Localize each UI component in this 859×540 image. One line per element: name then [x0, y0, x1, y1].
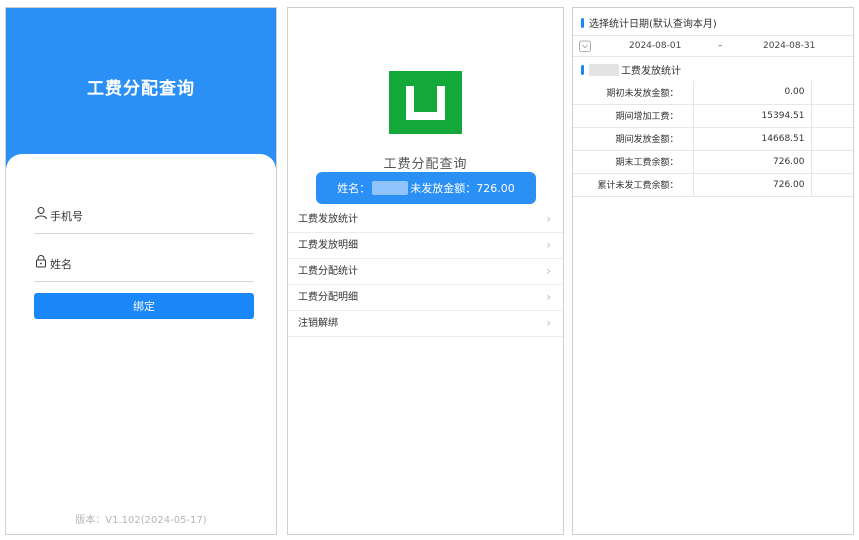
date-section-title: 选择统计日期(默认查询本月): [589, 19, 717, 30]
home-panel: 工费分配查询 姓名： 未发放金额：726.00 工费发放统计 › 工费发放明细 …: [287, 7, 564, 535]
redacted-name: [372, 181, 409, 195]
lock-icon: [36, 255, 46, 268]
menu-item-label: 工费发放统计: [298, 214, 358, 225]
menu-item-allocation-stats[interactable]: 工费分配统计 ›: [288, 259, 563, 285]
row-label: 期间增加工费：: [573, 104, 694, 128]
name-field[interactable]: 姓名: [34, 246, 254, 282]
app-logo-icon: [406, 86, 445, 120]
date-section-header: 选择统计日期(默认查询本月): [581, 15, 717, 30]
chevron-right-icon: ›: [546, 290, 551, 304]
row-value: 0.00: [693, 81, 812, 105]
start-date[interactable]: 2024-08-01: [629, 41, 681, 51]
menu-item-label: 工费分配明细: [298, 292, 358, 303]
menu-item-label: 工费分配统计: [298, 266, 358, 277]
row-label: 期末工费余额：: [573, 150, 694, 174]
date-separator: –: [718, 41, 723, 51]
row-label: 累计未发工费余额：: [573, 173, 694, 197]
unpaid-amount: 未发放金额：726.00: [410, 182, 515, 195]
chevron-right-icon: ›: [546, 212, 551, 226]
menu-item-allocation-detail[interactable]: 工费分配明细 ›: [288, 285, 563, 311]
row-label: 期初未发放金额：: [573, 81, 694, 105]
table-row: 期间发放金额： 14668.51: [573, 127, 853, 151]
stats-panel: 选择统计日期(默认查询本月) 2024-08-01 – 2024-08-31 工…: [572, 7, 854, 535]
row-value: 726.00: [693, 173, 812, 197]
table-row: 期间增加工费： 15394.51: [573, 104, 853, 128]
chevron-right-icon: ›: [546, 238, 551, 252]
row-value: 726.00: [693, 150, 812, 174]
stats-section-title: 工费发放统计: [621, 66, 681, 77]
menu-item-label: 注销解绑: [298, 318, 338, 329]
bind-button[interactable]: 绑定: [34, 293, 254, 319]
login-header: 工费分配查询: [6, 8, 276, 168]
phone-field[interactable]: 手机号: [34, 198, 254, 234]
name-prefix: 姓名：: [337, 182, 371, 195]
user-icon: [35, 207, 47, 220]
section-marker: [581, 17, 584, 28]
home-menu: 工费发放统计 › 工费发放明细 › 工费分配统计 › 工费分配明细 › 注销解绑…: [288, 207, 563, 337]
chevron-right-icon: ›: [546, 316, 551, 330]
name-label: 姓名: [50, 258, 72, 271]
calendar-icon: [579, 40, 591, 52]
table-row: 累计未发工费余额： 726.00: [573, 173, 853, 197]
login-title: 工费分配查询: [87, 79, 195, 99]
table-row: 期初未发放金额： 0.00: [573, 81, 853, 105]
table-row: 期末工费余额： 726.00: [573, 150, 853, 174]
version-text: 版本：V1.102(2024-05-17): [75, 515, 207, 526]
app-name: 工费分配查询: [383, 157, 468, 172]
row-value: 14668.51: [693, 127, 812, 151]
row-value: 15394.51: [693, 104, 812, 128]
stats-section-header: 工费发放统计: [581, 62, 681, 77]
chevron-right-icon: ›: [546, 264, 551, 278]
stats-table: 期初未发放金额： 0.00 期间增加工费： 15394.51 期间发放金额： 1…: [573, 81, 853, 197]
redacted-name: [589, 63, 619, 76]
menu-item-payout-detail[interactable]: 工费发放明细 ›: [288, 233, 563, 259]
menu-item-payout-stats[interactable]: 工费发放统计 ›: [288, 207, 563, 233]
menu-item-unbind[interactable]: 注销解绑 ›: [288, 311, 563, 337]
section-marker: [581, 64, 584, 75]
menu-item-label: 工费发放明细: [298, 240, 358, 251]
app-logo: [389, 71, 462, 134]
user-info-banner: 姓名： 未发放金额：726.00: [316, 172, 536, 204]
row-label: 期间发放金额：: [573, 127, 694, 151]
end-date[interactable]: 2024-08-31: [763, 41, 815, 51]
date-range-picker[interactable]: 2024-08-01 – 2024-08-31: [573, 35, 853, 57]
login-panel: 工费分配查询 手机号 姓名 绑定 版本：V1.102(2024-05-17): [5, 7, 277, 535]
phone-label: 手机号: [50, 210, 83, 223]
